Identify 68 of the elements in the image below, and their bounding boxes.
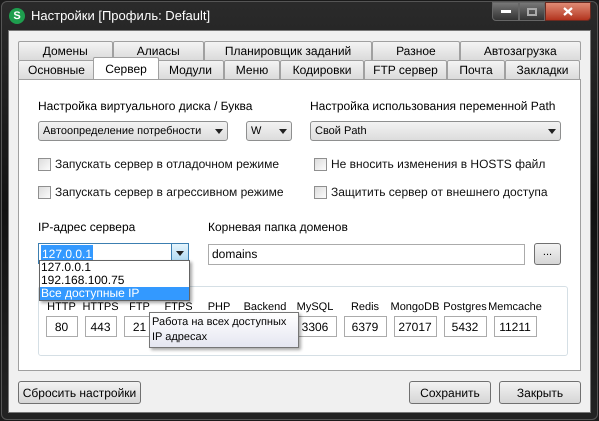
tab[interactable]: Разное (372, 41, 460, 60)
field-label: Настройка использования переменной Path (310, 98, 556, 115)
maximize-icon (527, 8, 537, 16)
minimize-button[interactable] (492, 2, 519, 21)
checkbox-label: Не вносить изменения в HOSTS файл (331, 156, 546, 173)
tab[interactable]: Модули (157, 60, 224, 79)
port-label: Memcache (488, 300, 542, 314)
close-dialog-button[interactable]: Закрыть (499, 381, 581, 404)
dropdown-arrow-icon (215, 128, 223, 134)
path-dropdown[interactable]: Свой Path (310, 121, 561, 141)
tab[interactable]: Почта (447, 60, 505, 79)
port-label: MySQL (296, 300, 334, 314)
port-label: HTTPS (82, 300, 119, 314)
browse-button[interactable]: ... (534, 243, 561, 265)
disk-mode-dropdown[interactable]: Автоопределение потребности (38, 121, 228, 141)
dropdown-option[interactable]: 192.168.100.75 (40, 274, 189, 287)
tab[interactable]: Домены (18, 41, 112, 60)
port-label: HTTP (47, 300, 76, 314)
combo-value: Автоопределение потребности (43, 124, 202, 139)
drive-letter-dropdown[interactable]: W (246, 121, 292, 141)
close-icon (563, 7, 573, 16)
port-label: PHP (208, 300, 230, 314)
window-title: Настройки [Профиль: Default] (31, 7, 210, 26)
field-label: Настройка виртуального диска / Буква (38, 98, 254, 115)
tab[interactable]: Меню (224, 60, 280, 79)
dropdown-arrow-icon (279, 128, 287, 134)
dropdown-arrow-icon (176, 251, 184, 256)
port-field[interactable]: 5432 (444, 316, 486, 337)
checkbox[interactable] (38, 158, 51, 170)
tab[interactable]: Автозагрузка (460, 41, 581, 60)
minimize-icon (500, 10, 510, 13)
field-label: IP-адрес сервера (38, 219, 136, 236)
port-field[interactable]: 11211 (494, 316, 536, 337)
tooltip: Работа на всех доступных IP адресах (149, 312, 299, 348)
domains-folder-field[interactable]: domains (208, 244, 525, 264)
dropdown-arrow-icon (548, 128, 556, 134)
port-field[interactable]: 80 (46, 316, 78, 337)
checkbox-label: Запускать сервер в отладочном режиме (55, 156, 280, 173)
combo-value: W (251, 124, 262, 139)
checkbox[interactable] (38, 186, 51, 198)
app-icon: S (9, 8, 25, 24)
tab[interactable]: FTP сервер (364, 60, 447, 79)
port-label: Redis (350, 300, 380, 314)
close-button[interactable] (545, 2, 591, 21)
port-field[interactable]: 443 (84, 316, 116, 337)
dropdown-option[interactable]: 127.0.0.1 (40, 261, 189, 274)
checkbox[interactable] (314, 186, 327, 198)
tab[interactable]: Планировщик заданий (204, 41, 372, 60)
port-field[interactable]: 27017 (394, 316, 436, 337)
save-button[interactable]: Сохранить (409, 381, 491, 404)
tab[interactable]: Основные (18, 60, 95, 79)
checkbox[interactable] (314, 158, 327, 170)
maximize-button[interactable] (519, 2, 545, 21)
port-label: MongoDB (390, 300, 440, 314)
tab[interactable]: Алиасы (112, 41, 204, 60)
combo-value: Свой Path (315, 124, 367, 139)
checkbox-label: Защитить сервер от внешнего доступа (331, 184, 548, 201)
tab[interactable]: Закладки (505, 60, 580, 79)
port-label: Backend (244, 300, 286, 314)
checkbox-label: Запускать сервер в агрессивном режиме (55, 184, 284, 201)
port-label: FTP (129, 300, 150, 314)
port-label: FTPS (164, 300, 193, 314)
reset-settings-button[interactable]: Сбросить настройки (18, 381, 141, 404)
port-field[interactable]: 6379 (344, 316, 386, 337)
field-label: Корневая папка доменов (208, 219, 349, 236)
tab[interactable]: Сервер (93, 57, 159, 79)
tab[interactable]: Кодировки (280, 60, 364, 79)
port-label: Postgres (443, 300, 487, 314)
